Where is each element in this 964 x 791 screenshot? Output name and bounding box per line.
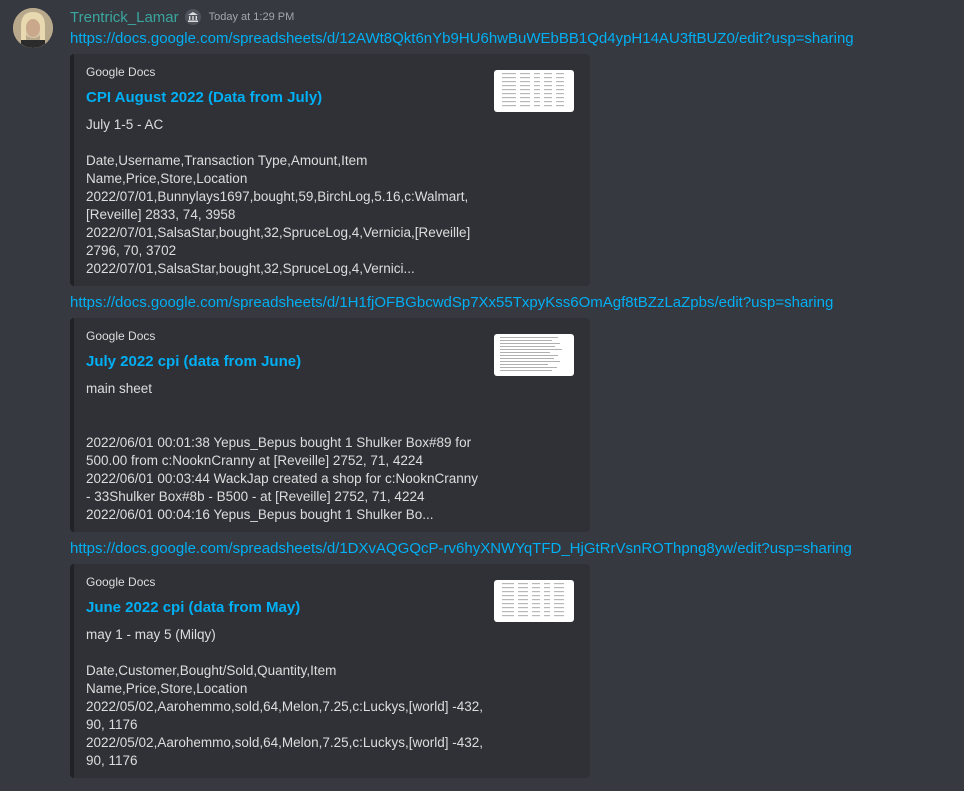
embed-description: main sheet 2022/06/01 00:01:38 Yepus_Bep…	[86, 381, 478, 522]
username[interactable]: Trentrick_Lamar	[70, 9, 179, 26]
embed-description: July 1-5 - AC Date,Username,Transaction …	[86, 117, 471, 276]
embed-description: may 1 - may 5 (Milqy) Date,Customer,Boug…	[86, 627, 483, 768]
link-embed: Google Docs CPI August 2022 (Data from J…	[70, 54, 590, 286]
spreadsheet-link[interactable]: https://docs.google.com/spreadsheets/d/1…	[70, 292, 964, 314]
link-embed: Google Docs June 2022 cpi (data from May…	[70, 564, 590, 778]
message-header: Trentrick_Lamar Today at 1:29 PM	[70, 6, 964, 28]
spreadsheet-thumbnail[interactable]	[494, 334, 574, 376]
spreadsheet-thumbnail[interactable]	[494, 70, 574, 112]
message-timestamp: Today at 1:29 PM	[208, 11, 295, 23]
spreadsheet-thumbnail[interactable]	[494, 580, 574, 622]
spreadsheet-link[interactable]: https://docs.google.com/spreadsheets/d/1…	[70, 28, 964, 50]
user-avatar[interactable]	[13, 8, 53, 48]
chat-message: Trentrick_Lamar Today at 1:29 PM https:/…	[0, 0, 964, 778]
spreadsheet-link[interactable]: https://docs.google.com/spreadsheets/d/1…	[70, 538, 964, 560]
bank-icon	[184, 9, 201, 25]
link-embed: Google Docs July 2022 cpi (data from Jun…	[70, 318, 590, 532]
